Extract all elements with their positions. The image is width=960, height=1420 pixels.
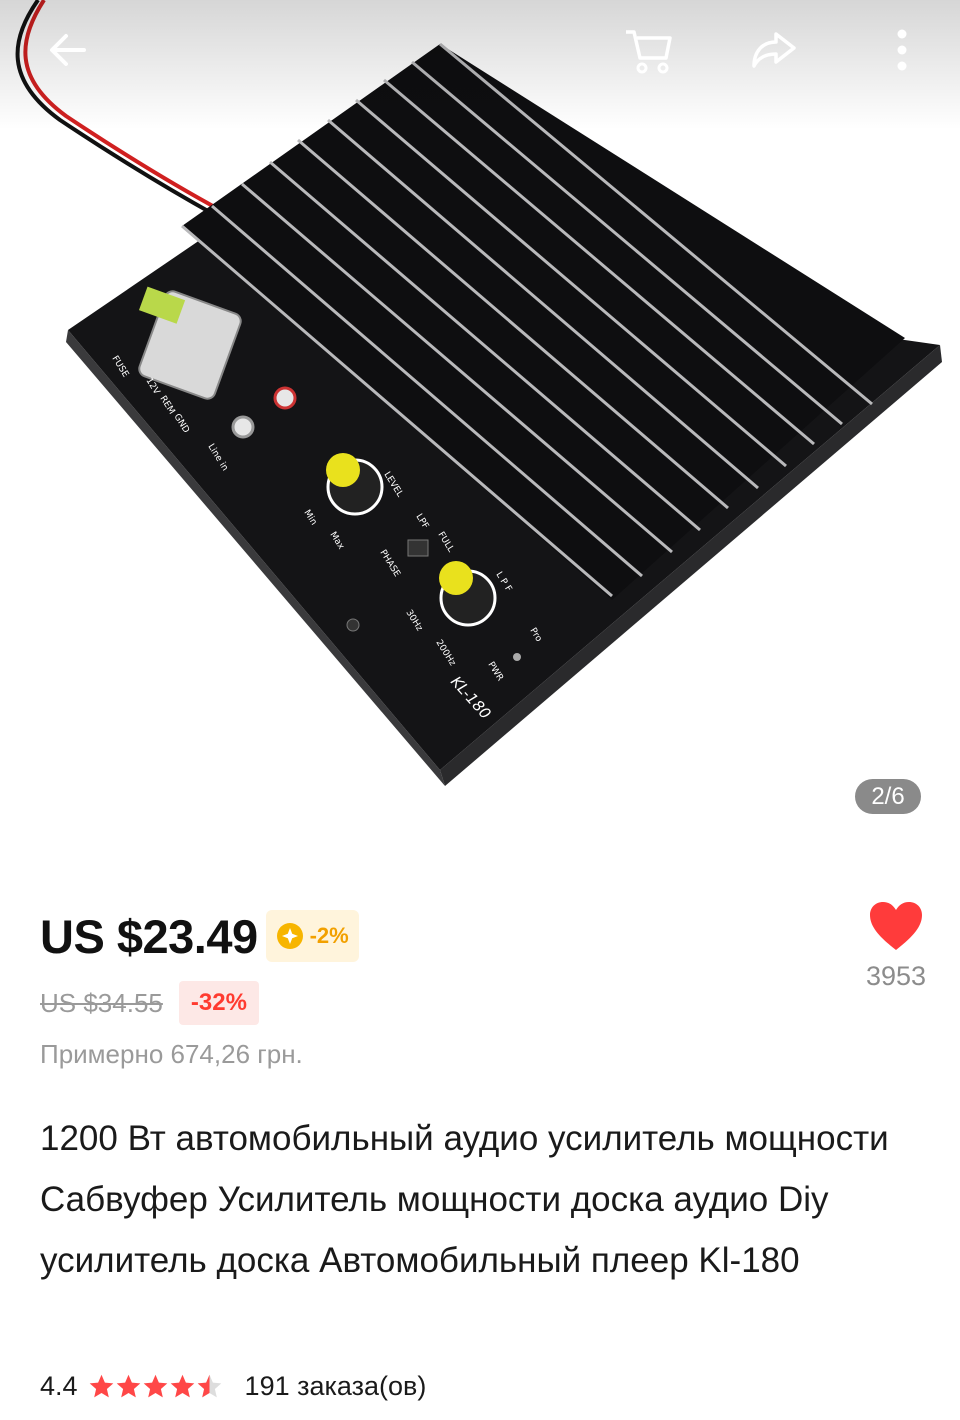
coin-discount-text: -2% xyxy=(309,923,349,948)
wishlist-count: 3953 xyxy=(865,961,927,991)
star-icon xyxy=(116,1374,140,1397)
more-vertical-icon xyxy=(897,29,907,71)
product-image-gallery[interactable]: FUSE 12V REM GND Line in LEVEL Min Max P… xyxy=(0,0,960,860)
more-button[interactable] xyxy=(866,14,938,86)
product-title: 1200 Вт автомобильный аудио усилитель мо… xyxy=(40,1119,889,1280)
heart-icon xyxy=(870,902,922,950)
cart-icon xyxy=(626,30,672,74)
arrow-left-icon xyxy=(50,34,86,66)
original-price: US $34.55 xyxy=(40,987,163,1018)
star-icon xyxy=(143,1374,167,1397)
orders-count: 191 заказа(ов) xyxy=(244,1370,427,1401)
rating-value: 4.4 xyxy=(40,1370,78,1401)
back-button[interactable] xyxy=(32,14,104,86)
star-icon xyxy=(89,1374,113,1397)
price-block: US $23.49 -2% US $34.55 -32% Примерно 67… xyxy=(40,905,359,1070)
coin-icon xyxy=(276,923,303,949)
cart-button[interactable] xyxy=(612,14,684,86)
top-shade xyxy=(0,0,960,130)
discount-badge: -32% xyxy=(178,981,259,1025)
current-price: US $23.49 xyxy=(40,909,258,963)
approx-price: Примерно 674,26 грн. xyxy=(40,1039,303,1069)
image-page-indicator: 2/6 xyxy=(855,779,921,814)
star-icon xyxy=(170,1374,194,1397)
share-icon xyxy=(752,32,796,68)
rating-row[interactable]: 4.4 191 заказа(ов) xyxy=(40,1366,426,1406)
rating-stars xyxy=(88,1373,223,1400)
wishlist-button[interactable]: 3953 xyxy=(855,900,937,1012)
share-button[interactable] xyxy=(738,14,810,86)
star-half-icon xyxy=(197,1374,221,1397)
coin-discount-badge[interactable]: -2% xyxy=(265,910,359,962)
